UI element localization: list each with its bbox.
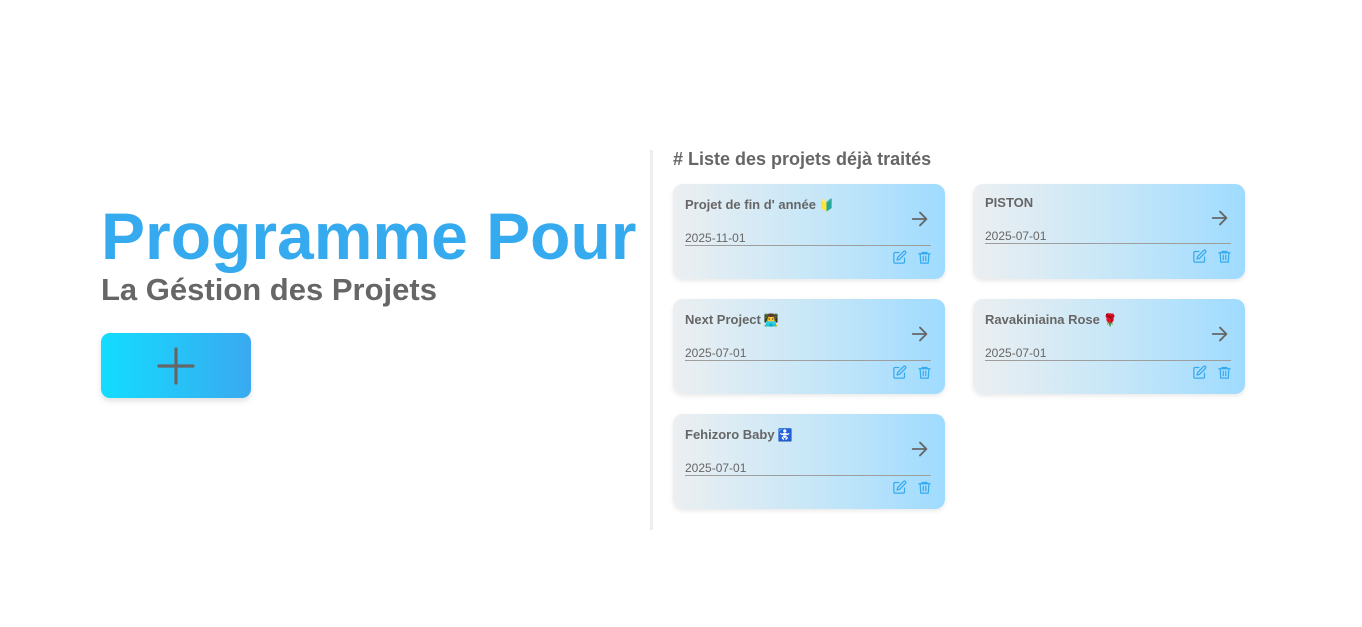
edit-icon[interactable] (1192, 249, 1207, 264)
page-subtitle: La Géstion des Projets (101, 272, 437, 307)
project-card[interactable]: Projet de fin d' année 🔰 2025-11-01 (673, 184, 945, 279)
arrow-right-icon[interactable] (909, 208, 931, 230)
project-title: PISTON (985, 195, 1034, 210)
project-date: 2025-07-01 (685, 461, 747, 475)
project-card[interactable]: Fehizoro Baby 🚼 2025-07-01 (673, 414, 945, 509)
edit-icon[interactable] (892, 480, 907, 495)
vertical-divider (650, 150, 653, 530)
project-title: Ravakiniaina Rose 🌹 (985, 312, 1118, 327)
project-emoji: 🌹 (1102, 313, 1118, 327)
card-divider (685, 475, 931, 476)
add-project-button[interactable] (101, 333, 251, 398)
project-emoji: 👨‍💻 (763, 313, 779, 327)
arrow-right-icon[interactable] (1209, 323, 1231, 345)
card-actions (892, 480, 932, 495)
trash-icon[interactable] (917, 250, 932, 265)
project-emoji: 🚼 (777, 428, 793, 442)
project-emoji: 🔰 (818, 198, 834, 212)
card-divider (685, 360, 931, 361)
trash-icon[interactable] (1217, 249, 1232, 264)
trash-icon[interactable] (917, 480, 932, 495)
projects-list-heading: # Liste des projets déjà traités (673, 149, 932, 169)
project-title: Fehizoro Baby 🚼 (685, 427, 793, 442)
card-actions (892, 365, 932, 380)
project-date: 2025-07-01 (985, 346, 1047, 360)
project-card[interactable]: Ravakiniaina Rose 🌹 2025-07-01 (973, 299, 1245, 394)
project-title: Projet de fin d' année 🔰 (685, 197, 834, 212)
card-divider (985, 360, 1231, 361)
plus-icon (157, 346, 195, 385)
project-title: Next Project 👨‍💻 (685, 312, 779, 327)
app-root: Programme Pour La Géstion des Projets # … (0, 0, 1362, 627)
edit-icon[interactable] (1192, 365, 1207, 380)
trash-icon[interactable] (917, 365, 932, 380)
project-card[interactable]: Next Project 👨‍💻 2025-07-01 (673, 299, 945, 394)
card-divider (985, 243, 1231, 244)
project-date: 2025-11-01 (685, 231, 746, 245)
project-card[interactable]: PISTON 2025-07-01 (973, 184, 1245, 279)
card-divider (685, 245, 931, 246)
project-date: 2025-07-01 (685, 346, 747, 360)
hero-section: Programme Pour La Géstion des Projets (101, 198, 641, 398)
arrow-right-icon[interactable] (909, 438, 931, 460)
card-actions (1192, 365, 1232, 380)
card-actions (1192, 249, 1232, 264)
arrow-right-icon[interactable] (1209, 207, 1231, 229)
trash-icon[interactable] (1217, 365, 1232, 380)
card-actions (892, 250, 932, 265)
arrow-right-icon[interactable] (909, 323, 931, 345)
project-date: 2025-07-01 (985, 229, 1047, 243)
edit-icon[interactable] (892, 365, 907, 380)
page-title: Programme Pour (101, 199, 637, 273)
edit-icon[interactable] (892, 250, 907, 265)
